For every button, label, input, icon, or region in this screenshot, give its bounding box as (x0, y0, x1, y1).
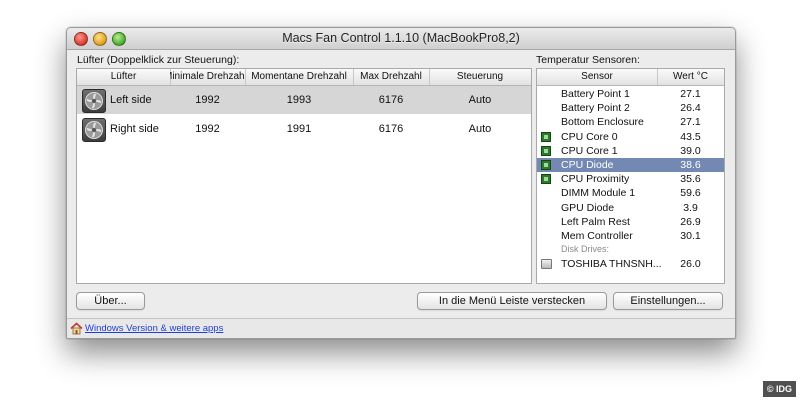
sensor-value: 38.6 (680, 159, 701, 171)
sensor-name: CPU Core 1 (561, 144, 618, 157)
sensor-row[interactable]: CPU Proximity 35.6 (537, 172, 724, 186)
fan-control-mode[interactable]: Auto (429, 86, 531, 114)
fan-current-speed: 1991 (286, 123, 312, 135)
sensor-name: Bottom Enclosure (561, 116, 644, 129)
sensor-value: 26.9 (680, 215, 701, 228)
column-header-current-speed[interactable]: Momentane Drehzahl (245, 69, 354, 85)
sensor-row-drive[interactable]: TOSHIBA THNSNH... 26.0 (537, 257, 724, 271)
column-header-sensor[interactable]: Sensor (537, 69, 658, 85)
sensor-name: Left Palm Rest (561, 215, 630, 228)
sensor-row-selected[interactable]: CPU Diode 38.6 (537, 158, 724, 173)
column-header-min-speed-label: Minimale Drehzahl (170, 71, 246, 82)
drive-icon (541, 259, 552, 269)
hide-in-menu-bar-button[interactable]: In die Menü Leiste verstecken (417, 292, 607, 310)
fans-table: Lüfter Minimale Drehzahl Momentane Drehz… (76, 68, 532, 284)
copyright-watermark: © IDG (762, 381, 796, 397)
sensor-value: 26.0 (680, 258, 701, 270)
sensor-row[interactable]: Bottom Enclosure 27.1 (537, 115, 724, 129)
sensor-name: CPU Proximity (561, 173, 630, 186)
column-header-max-speed[interactable]: Max Drehzahl (353, 69, 430, 85)
chip-icon (541, 160, 551, 170)
home-icon[interactable] (70, 322, 83, 338)
fan-icon (82, 118, 106, 142)
footer-bar: Windows Version & weitere apps (67, 318, 735, 338)
fan-max-speed: 6176 (378, 94, 404, 106)
app-window: Macs Fan Control 1.1.10 (MacBookPro8,2) … (66, 27, 736, 339)
sensor-name: TOSHIBA THNSNH... (561, 258, 662, 270)
sensor-name: Battery Point 2 (561, 102, 630, 115)
sensor-row[interactable]: CPU Core 1 39.0 (537, 144, 724, 158)
sensor-value: 39.0 (680, 144, 701, 157)
sensor-value: 26.4 (680, 102, 701, 115)
sensor-row[interactable]: Battery Point 1 27.1 (537, 87, 724, 101)
disk-drives-group-label: Disk Drives: (561, 244, 610, 254)
sensors-section-label: Temperatur Sensoren: (536, 54, 640, 66)
fan-min-speed: 1992 (195, 123, 220, 135)
fan-control-mode[interactable]: Auto (429, 115, 531, 143)
settings-button[interactable]: Einstellungen... (613, 292, 723, 310)
chip-icon (541, 145, 551, 156)
fans-table-header: Lüfter Minimale Drehzahl Momentane Drehz… (77, 69, 531, 86)
sensor-name: CPU Core 0 (561, 130, 618, 143)
column-header-min-speed[interactable]: Minimale Drehzahl (170, 69, 246, 85)
fan-max-speed: 6176 (378, 123, 404, 135)
chip-icon (541, 174, 551, 185)
window-title: Macs Fan Control 1.1.10 (MacBookPro8,2) (282, 31, 520, 45)
windows-version-link[interactable]: Windows Version & weitere apps (85, 323, 223, 334)
sensor-name: CPU Diode (561, 159, 614, 171)
sensor-row[interactable]: Left Palm Rest 26.9 (537, 215, 724, 229)
fan-name: Right side (110, 123, 159, 135)
sensor-name: DIMM Module 1 (561, 187, 636, 200)
column-header-fan[interactable]: Lüfter (77, 69, 171, 85)
fan-row-left-side[interactable]: Left side 1992 1993 6176 Auto (77, 86, 531, 114)
sensor-value: 3.9 (683, 201, 698, 214)
sensor-name: Mem Controller (561, 230, 633, 242)
sensor-name: GPU Diode (561, 201, 615, 214)
fan-current-speed: 1993 (286, 94, 312, 106)
sensor-value: 27.1 (680, 88, 701, 100)
sensor-value: 35.6 (680, 173, 701, 186)
about-button[interactable]: Über... (76, 292, 145, 310)
column-header-control[interactable]: Steuerung (429, 69, 531, 85)
sensor-row[interactable]: GPU Diode 3.9 (537, 201, 724, 215)
fan-min-speed: 1992 (195, 94, 220, 106)
title-bar[interactable]: Macs Fan Control 1.1.10 (MacBookPro8,2) (67, 28, 735, 50)
fan-name: Left side (110, 94, 152, 106)
sensor-value: 27.1 (680, 116, 701, 129)
sensor-row[interactable]: Battery Point 2 26.4 (537, 101, 724, 115)
sensor-value: 43.5 (680, 130, 701, 143)
sensors-table: Sensor Wert °C Battery Point 1 27.1 Batt… (536, 68, 725, 284)
sensor-row[interactable]: CPU Core 0 43.5 (537, 130, 724, 144)
sensors-table-header: Sensor Wert °C (537, 69, 724, 86)
fans-section-label: Lüfter (Doppelklick zur Steuerung): (77, 54, 240, 66)
sensor-name: Battery Point 1 (561, 88, 630, 100)
fan-icon (82, 89, 106, 113)
sensor-row[interactable]: DIMM Module 1 59.6 (537, 186, 724, 200)
chip-icon (541, 131, 551, 142)
sensor-value: 59.6 (680, 187, 701, 200)
column-header-value[interactable]: Wert °C (657, 69, 724, 85)
fan-row-right-side[interactable]: Right side 1992 1991 6176 Auto (77, 115, 531, 143)
sensor-value: 30.1 (680, 230, 701, 242)
